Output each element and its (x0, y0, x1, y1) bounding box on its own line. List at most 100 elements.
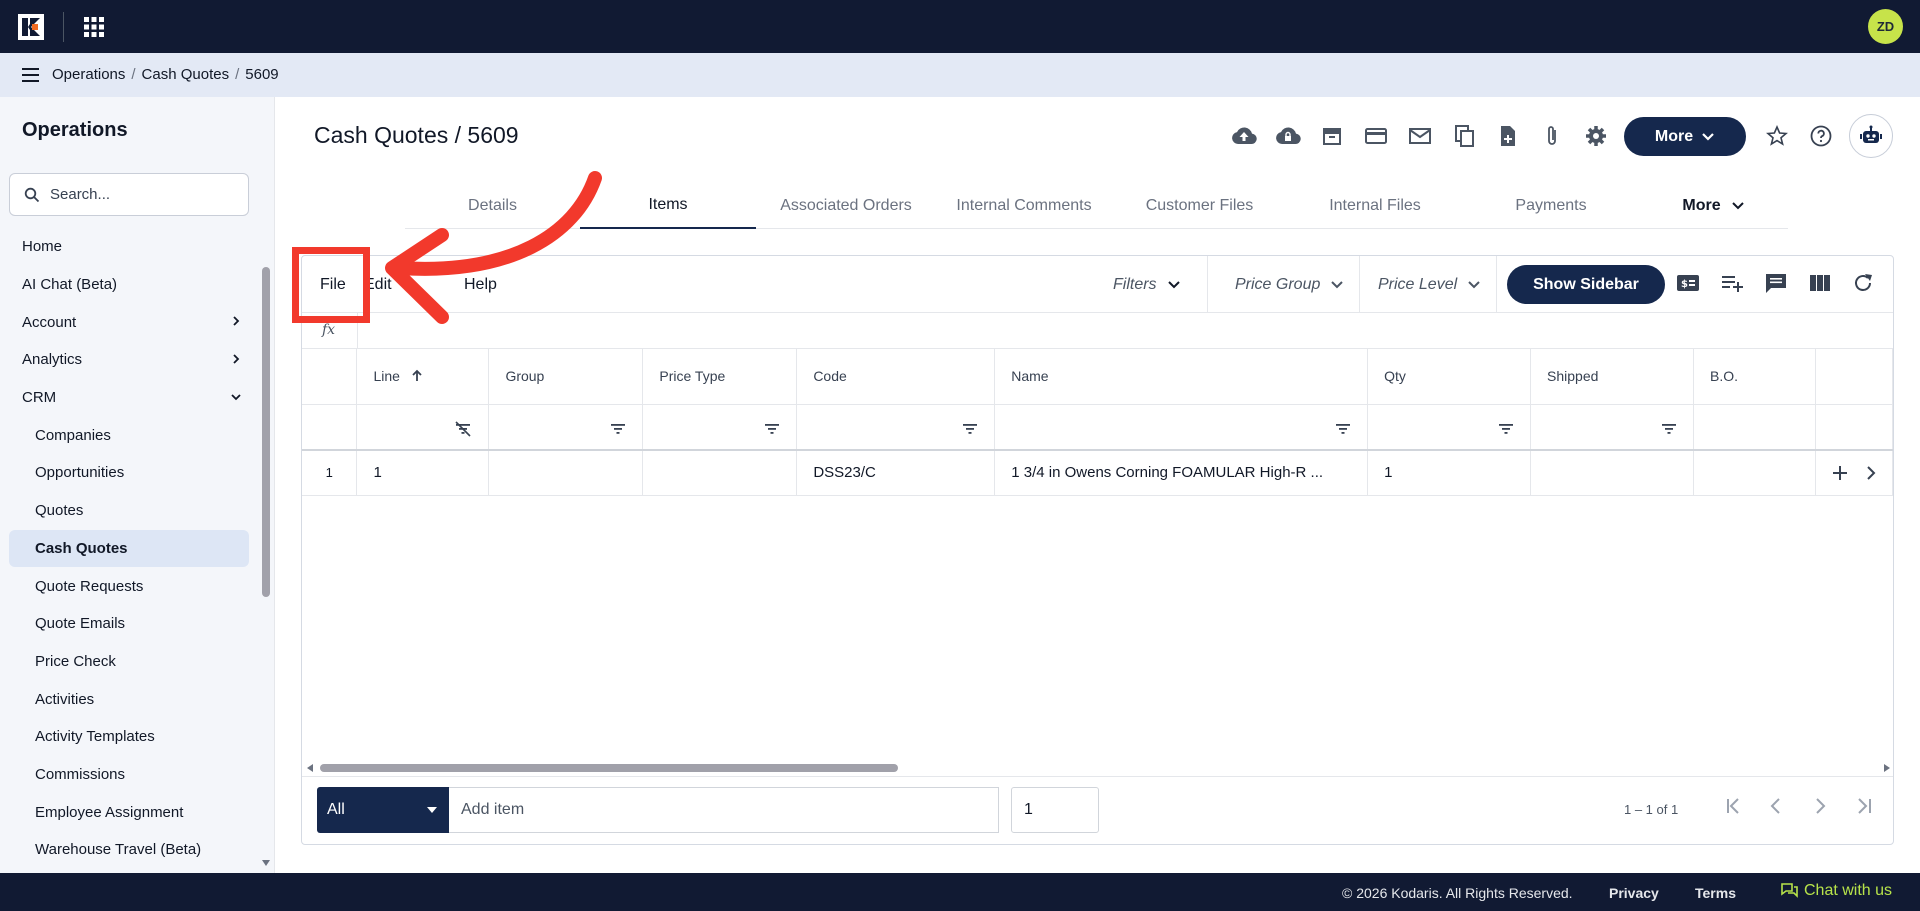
filter-icon[interactable] (764, 422, 780, 436)
column-header-bo[interactable]: B.O. (1693, 349, 1816, 404)
terms-link[interactable]: Terms (1695, 885, 1736, 901)
tab-internal-files[interactable]: Internal Files (1287, 183, 1463, 229)
sidebar-item-quote-requests[interactable]: Quote Requests (0, 567, 262, 605)
chat-with-us-button[interactable]: Chat with us (1780, 882, 1892, 900)
ai-assistant-button[interactable] (1849, 114, 1893, 158)
privacy-link[interactable]: Privacy (1609, 885, 1659, 901)
filter-cell-shipped[interactable] (1530, 403, 1694, 451)
chevron-right-icon[interactable] (230, 315, 242, 327)
table-row[interactable]: 1 1 DSS23/C 1 3/4 in Owens Corning FOAMU… (302, 450, 1894, 496)
cell-group[interactable] (488, 450, 644, 496)
cell-price-type[interactable] (642, 450, 798, 496)
show-sidebar-button[interactable]: Show Sidebar (1507, 265, 1665, 304)
next-page-icon[interactable] (1813, 797, 1827, 815)
sidebar-item-activities[interactable]: Activities (0, 680, 262, 718)
mail-icon[interactable] (1398, 120, 1442, 152)
sidebar-scrollbar[interactable] (262, 267, 270, 597)
sidebar-search-input[interactable] (50, 186, 230, 203)
filter-cell-name[interactable] (994, 403, 1369, 451)
comment-icon[interactable] (1764, 272, 1788, 294)
sort-ascending-icon[interactable] (410, 369, 424, 383)
help-icon[interactable] (1809, 124, 1833, 148)
sidebar-item-companies[interactable]: Companies (0, 416, 262, 454)
first-page-icon[interactable] (1724, 797, 1744, 815)
kodaris-logo[interactable] (18, 14, 44, 40)
column-header-group[interactable]: Group (488, 349, 644, 404)
menu-icon[interactable] (20, 66, 42, 84)
quantity-input[interactable] (1011, 787, 1099, 833)
column-header-qty[interactable]: Qty (1367, 349, 1532, 404)
sidebar-item-account[interactable]: Account (0, 303, 262, 341)
filter-icon[interactable] (1335, 422, 1351, 436)
filter-cell-line[interactable] (356, 403, 490, 451)
tab-associated-orders[interactable]: Associated Orders (756, 183, 936, 229)
column-header-line[interactable]: Line (356, 349, 490, 404)
tab-internal-comments[interactable]: Internal Comments (936, 183, 1112, 229)
chevron-right-icon[interactable] (1866, 465, 1876, 481)
column-header-name[interactable]: Name (994, 349, 1369, 404)
price-tag-icon[interactable]: $ (1676, 272, 1700, 294)
filter-cell-bo[interactable] (1693, 403, 1816, 451)
filter-icon[interactable] (610, 422, 626, 436)
column-header-code[interactable]: Code (796, 349, 996, 404)
horizontal-scrollbar[interactable] (320, 764, 898, 772)
sidebar-item-quote-emails[interactable]: Quote Emails (0, 605, 262, 643)
attachment-icon[interactable] (1530, 120, 1574, 152)
last-page-icon[interactable] (1854, 797, 1874, 815)
sidebar-item-cash-quotes[interactable]: Cash Quotes (9, 529, 249, 568)
filter-icon[interactable] (962, 422, 978, 436)
filter-icon[interactable] (1661, 422, 1677, 436)
column-header-price-type[interactable]: Price Type (642, 349, 798, 404)
chevron-down-icon[interactable] (230, 391, 242, 403)
cell-qty[interactable]: 1 (1367, 450, 1532, 496)
chevron-right-icon[interactable] (230, 353, 242, 365)
sidebar-item-commissions[interactable]: Commissions (0, 756, 262, 794)
copy-icon[interactable] (1442, 120, 1486, 152)
more-actions-button[interactable]: More (1624, 117, 1746, 156)
column-header-shipped[interactable]: Shipped (1530, 349, 1694, 404)
cell-shipped[interactable] (1530, 450, 1694, 496)
price-level-dropdown[interactable]: Price Level (1378, 266, 1481, 304)
tab-customer-files[interactable]: Customer Files (1112, 183, 1287, 229)
add-row-icon[interactable] (1720, 272, 1744, 294)
add-icon[interactable] (1832, 465, 1848, 481)
breadcrumb-item-operations[interactable]: Operations (52, 66, 125, 83)
cloud-upload-icon[interactable] (1222, 120, 1266, 152)
filter-cell-code[interactable] (796, 403, 996, 451)
cell-bo[interactable] (1693, 450, 1816, 496)
archive-icon[interactable] (1310, 120, 1354, 152)
sidebar-item-crm[interactable]: CRM (0, 379, 262, 417)
sidebar-item-quotes[interactable]: Quotes (0, 492, 262, 530)
sidebar-item-price-check[interactable]: Price Check (0, 643, 262, 681)
price-group-dropdown[interactable]: Price Group (1235, 266, 1344, 304)
tab-payments[interactable]: Payments (1463, 183, 1639, 229)
cell-name[interactable]: 1 3/4 in Owens Corning FOAMULAR High-R .… (994, 450, 1369, 496)
refresh-icon[interactable] (1851, 272, 1875, 294)
filter-cell-group[interactable] (488, 403, 644, 451)
sidebar-item-analytics[interactable]: Analytics (0, 341, 262, 379)
filters-dropdown[interactable]: Filters (1113, 266, 1181, 304)
sidebar-item-opportunities[interactable]: Opportunities (0, 454, 262, 492)
user-avatar[interactable]: ZD (1868, 9, 1903, 44)
clear-filter-icon[interactable] (454, 421, 472, 437)
sidebar-item-home[interactable]: Home (0, 228, 262, 266)
sidebar-item-employee-assignment[interactable]: Employee Assignment (0, 793, 262, 831)
new-file-icon[interactable] (1486, 120, 1530, 152)
apps-grid-icon[interactable] (83, 16, 105, 38)
favorite-star-icon[interactable] (1765, 124, 1789, 148)
previous-page-icon[interactable] (1769, 797, 1783, 815)
sidebar-item-ai-chat-beta[interactable]: AI Chat (Beta) (0, 266, 262, 304)
columns-icon[interactable] (1808, 272, 1832, 294)
cloud-lock-icon[interactable] (1266, 120, 1310, 152)
filter-cell-qty[interactable] (1367, 403, 1532, 451)
cell-line[interactable]: 1 (356, 450, 490, 496)
filter-cell-price-type[interactable] (642, 403, 798, 451)
scroll-left-arrow-icon[interactable] (305, 763, 315, 773)
scope-select[interactable]: All (317, 787, 449, 833)
breadcrumb-item-cash-quotes[interactable]: Cash Quotes (142, 66, 230, 83)
sidebar-item-warehouse-travel-beta[interactable]: Warehouse Travel (Beta) (0, 831, 262, 869)
filter-icon[interactable] (1498, 422, 1514, 436)
scroll-right-arrow-icon[interactable] (1882, 763, 1892, 773)
credit-card-icon[interactable] (1354, 120, 1398, 152)
sidebar-item-activity-templates[interactable]: Activity Templates (0, 718, 262, 756)
